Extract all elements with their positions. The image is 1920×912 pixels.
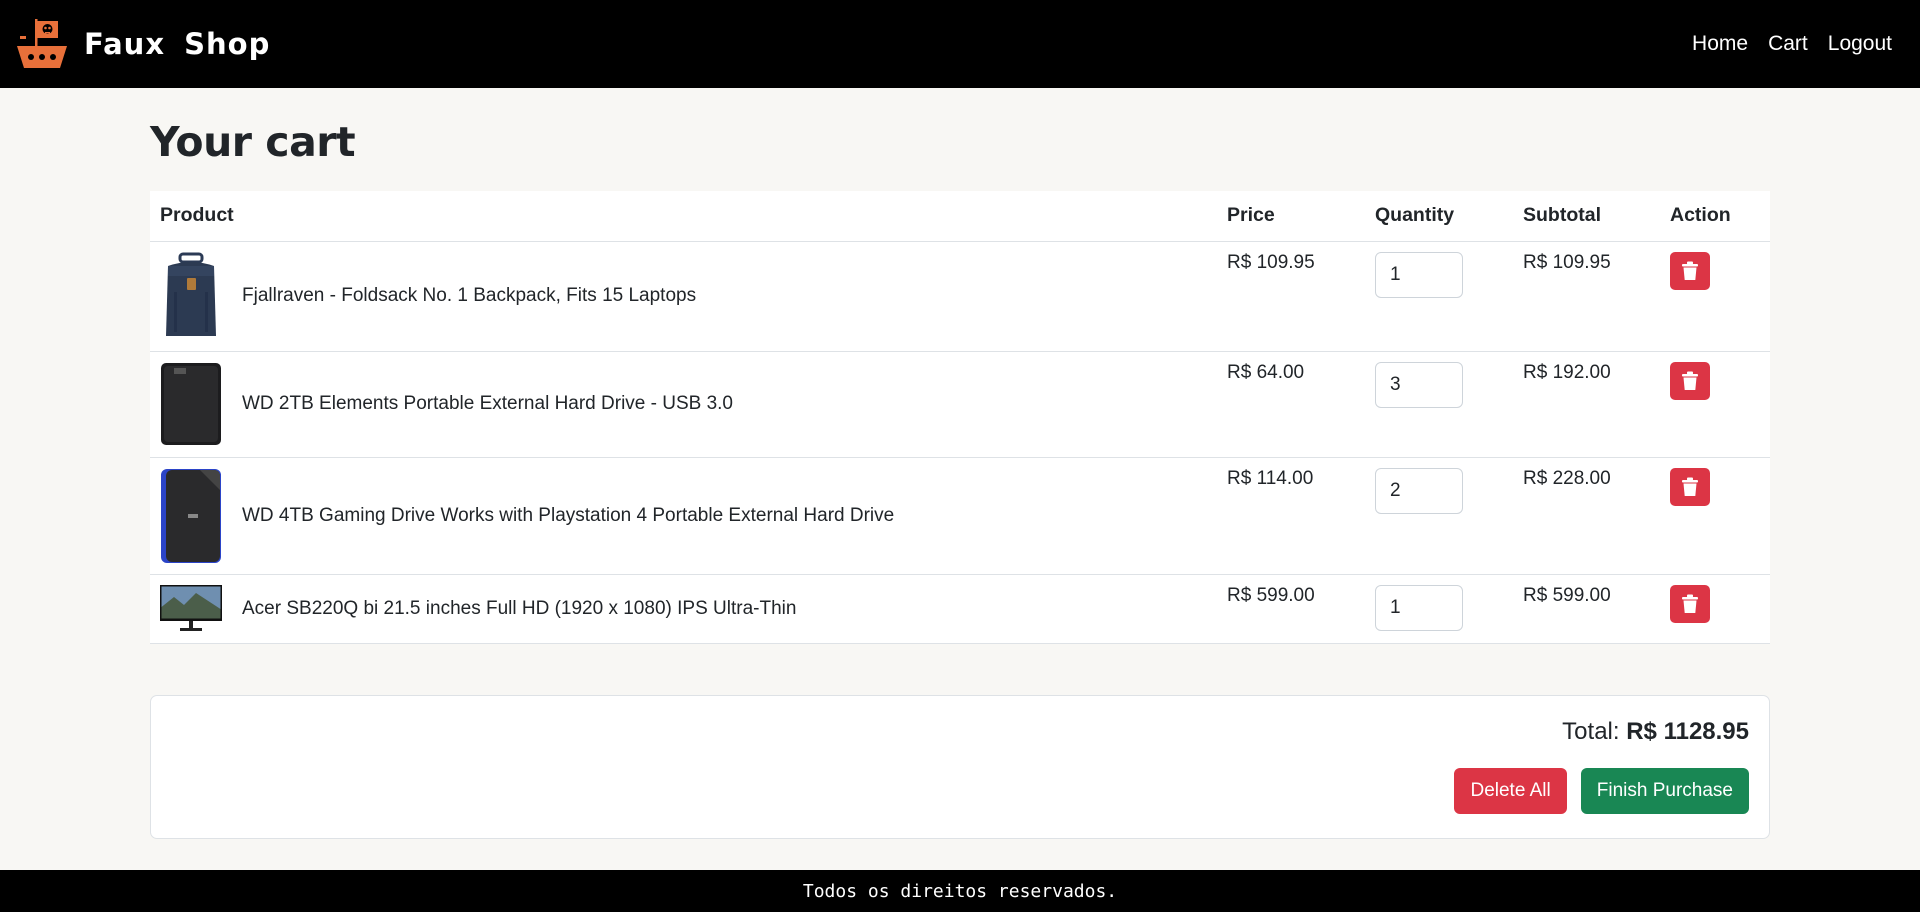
- delete-item-button[interactable]: [1670, 251, 1710, 290]
- action-cell: [1660, 457, 1770, 575]
- table-row: Fjallraven - Foldsack No. 1 Backpack, Fi…: [150, 241, 1770, 352]
- brand[interactable]: Faux Shop: [14, 16, 270, 72]
- action-cell: [1660, 351, 1770, 458]
- product-cell: Fjallraven - Foldsack No. 1 Backpack, Fi…: [150, 241, 1217, 352]
- cart-table: Product Price Quantity Subtotal Action F…: [150, 191, 1770, 644]
- nav-links: Home Cart Logout: [1692, 32, 1906, 56]
- table-row: Acer SB220Q bi 21.5 inches Full HD (1920…: [150, 574, 1770, 644]
- footer: Todos os direitos reservados.: [0, 870, 1920, 912]
- product-name: Fjallraven - Foldsack No. 1 Backpack, Fi…: [242, 284, 697, 306]
- header-quantity: Quantity: [1365, 191, 1513, 242]
- delete-all-button[interactable]: Delete All: [1454, 767, 1567, 814]
- delete-item-button[interactable]: [1670, 467, 1710, 506]
- table-header-row: Product Price Quantity Subtotal Action: [150, 191, 1770, 242]
- finish-purchase-button[interactable]: Finish Purchase: [1580, 767, 1749, 814]
- backpack-icon: [160, 252, 222, 340]
- total-value: R$ 1128.95: [1626, 717, 1749, 745]
- total-label: Total:: [1562, 717, 1620, 745]
- action-cell: [1660, 574, 1770, 644]
- trash-icon: [1682, 594, 1698, 613]
- price-cell: R$ 114.00: [1217, 457, 1365, 575]
- quantity-input[interactable]: [1375, 361, 1463, 408]
- price-cell: R$ 64.00: [1217, 351, 1365, 458]
- price-cell: R$ 109.95: [1217, 241, 1365, 352]
- subtotal-cell: R$ 228.00: [1513, 457, 1660, 575]
- pirate-ship-logo-icon: [17, 19, 67, 68]
- quantity-input[interactable]: [1375, 467, 1463, 514]
- header-price: Price: [1217, 191, 1365, 242]
- table-row: WD 2TB Elements Portable External Hard D…: [150, 351, 1770, 458]
- quantity-cell: [1365, 241, 1513, 352]
- brand-name: Faux Shop: [84, 27, 271, 61]
- quantity-input[interactable]: [1375, 251, 1463, 298]
- quantity-cell: [1365, 351, 1513, 458]
- navbar: Faux Shop Home Cart Logout: [0, 0, 1920, 88]
- header-action: Action: [1660, 191, 1770, 242]
- header-subtotal: Subtotal: [1513, 191, 1660, 242]
- subtotal-cell: R$ 192.00: [1513, 351, 1660, 458]
- subtotal-cell: R$ 599.00: [1513, 574, 1660, 644]
- summary-buttons: Delete All Finish Purchase: [1454, 767, 1749, 814]
- quantity-cell: [1365, 457, 1513, 575]
- total-line: Total: R$ 1128.95: [1562, 718, 1749, 746]
- nav-home-link[interactable]: Home: [1692, 32, 1748, 56]
- trash-icon: [1682, 261, 1698, 280]
- trash-icon: [1682, 371, 1698, 390]
- main-content: Your cart Product Price Quantity Subtota…: [150, 88, 1770, 839]
- nav-logout-link[interactable]: Logout: [1828, 32, 1892, 56]
- footer-text: Todos os direitos reservados.: [802, 880, 1118, 902]
- product-cell: WD 4TB Gaming Drive Works with Playstati…: [150, 457, 1217, 575]
- trash-icon: [1682, 477, 1698, 496]
- product-cell: Acer SB220Q bi 21.5 inches Full HD (1920…: [150, 574, 1217, 644]
- delete-item-button[interactable]: [1670, 361, 1710, 400]
- price-cell: R$ 599.00: [1217, 574, 1365, 644]
- page-title: Your cart: [150, 118, 356, 166]
- nav-cart-link[interactable]: Cart: [1768, 32, 1808, 56]
- product-cell: WD 2TB Elements Portable External Hard D…: [150, 351, 1217, 458]
- product-name: WD 2TB Elements Portable External Hard D…: [242, 392, 734, 414]
- table-row: WD 4TB Gaming Drive Works with Playstati…: [150, 457, 1770, 575]
- action-cell: [1660, 241, 1770, 352]
- delete-item-button[interactable]: [1670, 584, 1710, 623]
- gaming-drive-icon: [160, 468, 222, 564]
- header-product: Product: [150, 191, 1217, 242]
- quantity-cell: [1365, 574, 1513, 644]
- product-name: Acer SB220Q bi 21.5 inches Full HD (1920…: [242, 597, 797, 619]
- quantity-input[interactable]: [1375, 584, 1463, 631]
- product-name: WD 4TB Gaming Drive Works with Playstati…: [242, 504, 895, 526]
- hard-drive-icon: [160, 362, 222, 446]
- monitor-icon: [160, 584, 222, 633]
- cart-summary: Total: R$ 1128.95 Delete All Finish Purc…: [150, 694, 1770, 839]
- subtotal-cell: R$ 109.95: [1513, 241, 1660, 352]
